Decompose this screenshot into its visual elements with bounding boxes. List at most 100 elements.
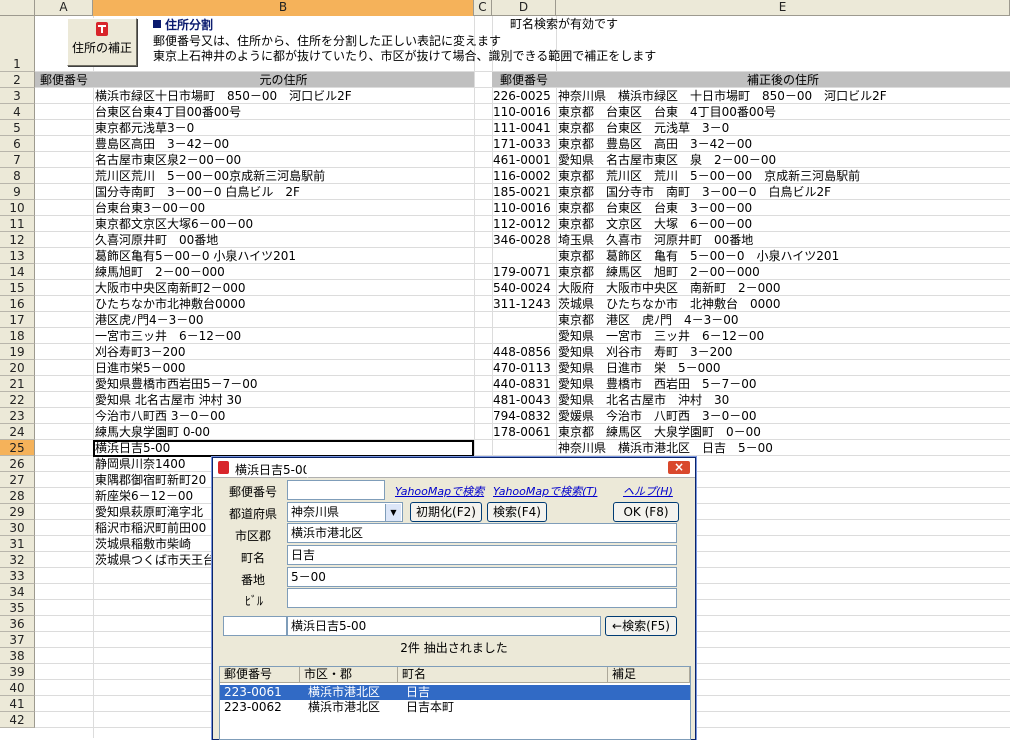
row-header-39[interactable]: 39 (0, 664, 35, 680)
list-item[interactable]: 223-0062 横浜市港北区 日吉本町 (220, 700, 690, 715)
row-header-14[interactable]: 14 (0, 264, 35, 280)
cell-corrected-address[interactable]: 愛知県 刈谷市 寿町 3－200 (558, 344, 1008, 360)
cell-original-address[interactable]: 東京都元浅草3－0 (95, 120, 473, 136)
init-button[interactable]: 初期化(F2) (410, 502, 482, 522)
cell-zip[interactable]: 481-0043 (493, 392, 555, 408)
cell-zip[interactable]: 110-0016 (493, 200, 555, 216)
search-button[interactable]: 検索(F4) (487, 502, 547, 522)
cell-zip[interactable]: 185-0021 (493, 184, 555, 200)
cell-zip[interactable]: 448-0856 (493, 344, 555, 360)
cell-corrected-address[interactable]: 東京都 港区 虎ﾉ門 4－3－00 (558, 312, 1008, 328)
cell-corrected-address[interactable]: 東京都 台東区 台東 4丁目00番00号 (558, 104, 1008, 120)
row-header-9[interactable]: 9 (0, 184, 35, 200)
row-header-29[interactable]: 29 (0, 504, 35, 520)
cell-zip[interactable]: 116-0002 (493, 168, 555, 184)
row-header-42[interactable]: 42 (0, 712, 35, 728)
row-header-24[interactable]: 24 (0, 424, 35, 440)
row-header-2[interactable]: 2 (0, 72, 35, 88)
help-link[interactable]: ヘルプ(H) (623, 483, 673, 499)
cell-corrected-address[interactable]: 愛知県 豊橋市 西岩田 5－7－00 (558, 376, 1008, 392)
town-input[interactable]: 日吉 (287, 545, 677, 565)
cell-original-address[interactable]: 港区虎ﾉ門4－3－00 (95, 312, 473, 328)
cell-corrected-address[interactable]: 神奈川県 横浜市港北区 日吉 5－00 (558, 440, 1008, 456)
cell-zip[interactable]: 470-0113 (493, 360, 555, 376)
cell-corrected-address[interactable]: 東京都 練馬区 旭町 2－00－000 (558, 264, 1008, 280)
cell-original-address[interactable]: 名古屋市東区泉2－00－00 (95, 152, 473, 168)
row-header-40[interactable]: 40 (0, 680, 35, 696)
active-cell-b25[interactable] (93, 440, 474, 457)
cell-original-address[interactable]: 刈谷寿町3－200 (95, 344, 473, 360)
row-header-33[interactable]: 33 (0, 568, 35, 584)
cell-zip[interactable]: 540-0024 (493, 280, 555, 296)
search-prefix-input[interactable] (223, 616, 287, 636)
cell-original-address[interactable]: 練馬大泉学園町 0-00 (95, 424, 473, 440)
row-header-25[interactable]: 25 (0, 440, 35, 456)
zip-input[interactable] (287, 480, 385, 500)
cell-zip[interactable] (493, 312, 555, 328)
cell-corrected-address[interactable]: 東京都 荒川区 荒川 5－00－00 京成新三河島駅前 (558, 168, 1008, 184)
cell-original-address[interactable]: 今治市八町西 3－0－00 (95, 408, 473, 424)
list-header-city[interactable]: 市区・郡 (300, 667, 398, 683)
cell-original-address[interactable]: 台東区台東4丁目00番00号 (95, 104, 473, 120)
row-header-30[interactable]: 30 (0, 520, 35, 536)
row-header-15[interactable]: 15 (0, 280, 35, 296)
fix-address-button[interactable]: 住所の補正 (67, 18, 137, 66)
list-header-zip[interactable]: 郵便番号 (220, 667, 300, 683)
column-header-e[interactable]: E (556, 0, 1010, 16)
row-header-22[interactable]: 22 (0, 392, 35, 408)
row-header-23[interactable]: 23 (0, 408, 35, 424)
cell-corrected-address[interactable]: 愛知県 日進市 栄 5－000 (558, 360, 1008, 376)
row-header-8[interactable]: 8 (0, 168, 35, 184)
cell-zip[interactable]: 311-1243 (493, 296, 555, 312)
cell-original-address[interactable]: 台東台東3－00－00 (95, 200, 473, 216)
yahoomap-search-link[interactable]: YahooMapで検索 (395, 483, 484, 499)
row-header-37[interactable]: 37 (0, 632, 35, 648)
cell-corrected-address[interactable]: 大阪府 大阪市中央区 南新町 2－000 (558, 280, 1008, 296)
row-header-6[interactable]: 6 (0, 136, 35, 152)
cell-zip[interactable]: 461-0001 (493, 152, 555, 168)
select-all-corner[interactable] (0, 0, 35, 16)
city-input[interactable]: 横浜市港北区 (287, 523, 677, 543)
cell-corrected-address[interactable]: 愛媛県 今治市 八町西 3－0－00 (558, 408, 1008, 424)
list-header-town[interactable]: 町名 (398, 667, 608, 683)
building-input[interactable] (287, 588, 677, 608)
back-search-button[interactable]: ←検索(F5) (605, 616, 677, 636)
cell-corrected-address[interactable]: 愛知県 名古屋市東区 泉 2－00－00 (558, 152, 1008, 168)
row-header-5[interactable]: 5 (0, 120, 35, 136)
row-header-27[interactable]: 27 (0, 472, 35, 488)
row-header-16[interactable]: 16 (0, 296, 35, 312)
ok-button[interactable]: OK (F8) (613, 502, 679, 522)
row-header-7[interactable]: 7 (0, 152, 35, 168)
result-list[interactable]: 郵便番号 市区・郡 町名 補足 223-0061 横浜市港北区 日吉 223-0062… (219, 666, 691, 740)
cell-original-address[interactable]: 豊島区高田 3－42－00 (95, 136, 473, 152)
close-icon[interactable]: × (667, 460, 691, 475)
row-header-1[interactable]: 1 (0, 16, 35, 72)
column-header-b[interactable]: B (93, 0, 474, 16)
yahoomap-search-t-link[interactable]: YahooMapで検索(T) (493, 483, 597, 499)
cell-original-address[interactable]: 大阪市中央区南新町2－000 (95, 280, 473, 296)
cell-original-address[interactable]: 日進市栄5－000 (95, 360, 473, 376)
cell-original-address[interactable]: ひたちなか市北神敷台0000 (95, 296, 473, 312)
cell-zip[interactable]: 226-0025 (493, 88, 555, 104)
column-header-c[interactable]: C (474, 0, 492, 16)
row-header-41[interactable]: 41 (0, 696, 35, 712)
cell-original-address[interactable]: 国分寺南町 3－00－0 白鳥ビル 2F (95, 184, 473, 200)
cell-zip[interactable]: 111-0041 (493, 120, 555, 136)
row-header-28[interactable]: 28 (0, 488, 35, 504)
cell-original-address[interactable]: 葛飾区亀有5－00－0 小泉ハイツ201 (95, 248, 473, 264)
row-header-11[interactable]: 11 (0, 216, 35, 232)
row-header-4[interactable]: 4 (0, 104, 35, 120)
row-header-21[interactable]: 21 (0, 376, 35, 392)
row-header-19[interactable]: 19 (0, 344, 35, 360)
cell-zip[interactable] (493, 248, 555, 264)
row-header-10[interactable]: 10 (0, 200, 35, 216)
cell-corrected-address[interactable]: 茨城県 ひたちなか市 北神敷台 0000 (558, 296, 1008, 312)
cell-corrected-address[interactable]: 東京都 台東区 元浅草 3－0 (558, 120, 1008, 136)
free-search-input[interactable]: 横浜日吉5-00 (287, 616, 601, 636)
column-header-d[interactable]: D (492, 0, 556, 16)
cell-original-address[interactable]: 愛知県 北名古屋市 沖村 30 (95, 392, 473, 408)
cell-original-address[interactable]: 一宮市三ッ井 6－12－00 (95, 328, 473, 344)
row-header-32[interactable]: 32 (0, 552, 35, 568)
cell-original-address[interactable]: 久喜河原井町 00番地 (95, 232, 473, 248)
cell-corrected-address[interactable]: 東京都 豊島区 高田 3－42－00 (558, 136, 1008, 152)
